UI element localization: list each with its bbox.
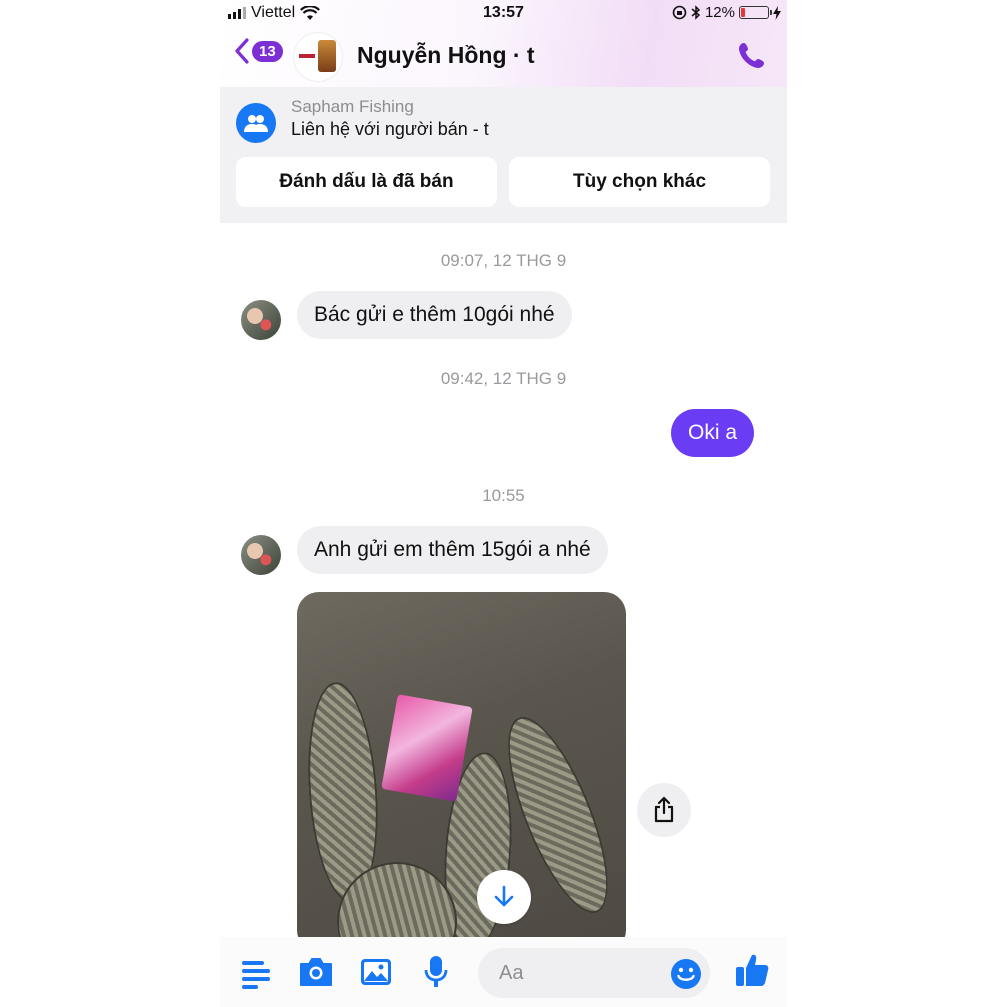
phone-icon[interactable]	[737, 40, 767, 70]
timestamp: 09:07, 12 THG 9	[440, 251, 567, 270]
like-icon[interactable]	[734, 952, 770, 988]
battery-icon	[739, 6, 772, 19]
marketplace-banner: Sapham Fishing Liên hệ với người bán - t…	[220, 87, 787, 223]
share-icon	[654, 796, 674, 823]
message-bubble[interactable]: Anh gửi em thêm 15gói a nhé	[297, 526, 608, 574]
conversation-header: 13 Nguyễn Hồng · t	[220, 28, 787, 84]
camera-icon[interactable]	[298, 954, 334, 990]
shop-name: Sapham Fishing	[291, 97, 414, 116]
menu-icon[interactable]	[241, 954, 271, 990]
composer-bar: Aa	[220, 937, 787, 1007]
messenger-screen: Viettel 13:57 12% 13 Nguyễn Hồng · t Sap…	[220, 0, 787, 1007]
share-button[interactable]	[637, 783, 691, 837]
orientation-lock-icon	[672, 5, 687, 20]
unread-badge: 13	[252, 40, 283, 62]
conversation-title[interactable]: Nguyễn Hồng · t	[357, 42, 535, 69]
message-input-placeholder: Aa	[499, 962, 524, 984]
photo-attachment[interactable]	[297, 592, 626, 952]
top-bar: Viettel 13:57 12% 13 Nguyễn Hồng · t	[220, 0, 787, 87]
gallery-icon[interactable]	[359, 954, 393, 990]
group-icon	[236, 103, 276, 143]
message-bubble[interactable]: Bác gửi e thêm 10gói nhé	[297, 291, 572, 339]
bluetooth-icon	[691, 5, 701, 20]
listing-subtitle: Liên hệ với người bán - t	[291, 119, 489, 139]
sender-avatar[interactable]	[241, 300, 281, 340]
back-chevron-icon	[235, 38, 249, 64]
mark-sold-button[interactable]: Đánh dấu là đã bán	[236, 157, 497, 207]
back-button[interactable]: 13	[234, 38, 283, 64]
avatar[interactable]	[293, 32, 343, 82]
charging-icon	[773, 5, 781, 20]
download-icon	[494, 885, 514, 907]
more-options-button[interactable]: Tùy chọn khác	[509, 157, 770, 207]
message-input[interactable]: Aa	[478, 948, 710, 998]
status-bar: Viettel 13:57 12%	[220, 0, 787, 26]
download-button[interactable]	[477, 870, 531, 924]
microphone-icon[interactable]	[422, 954, 450, 990]
sender-avatar[interactable]	[241, 535, 281, 575]
timestamp: 09:42, 12 THG 9	[440, 369, 567, 388]
emoji-icon[interactable]	[670, 958, 702, 990]
message-bubble[interactable]: Oki a	[670, 409, 754, 457]
battery-percent: 12%	[704, 4, 735, 21]
timestamp: 10:55	[482, 486, 525, 505]
